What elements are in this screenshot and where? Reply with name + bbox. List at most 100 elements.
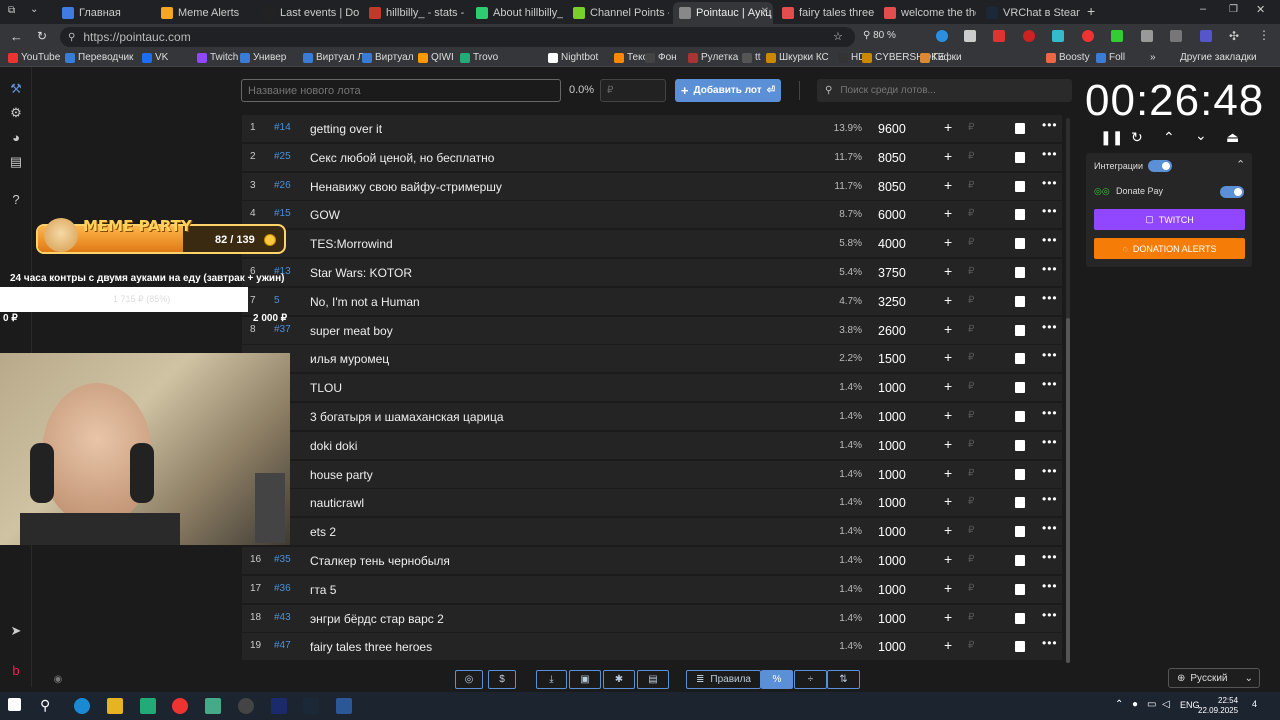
lot-name[interactable]: Ненавижу свою вайфу-стримершу <box>310 180 502 194</box>
wheel-icon[interactable]: ◕ <box>8 130 24 146</box>
extension-icon[interactable] <box>993 30 1005 42</box>
add-amount-icon[interactable]: + <box>944 321 952 337</box>
lot-amount[interactable]: 1000 <box>878 439 906 453</box>
lot-search-input[interactable]: ⚲ Поиск среди лотов... <box>817 79 1072 102</box>
browser-tab[interactable]: fairy tales three - <box>776 2 874 24</box>
lot-name[interactable]: house party <box>310 468 373 482</box>
ruble-icon[interactable]: ₽ <box>968 381 974 392</box>
lot-name[interactable]: nauticrawl <box>310 496 364 510</box>
add-amount-icon[interactable]: + <box>944 292 952 308</box>
add-amount-icon[interactable]: + <box>944 119 952 135</box>
lot-name[interactable]: Star Wars: KOTOR <box>310 266 412 280</box>
lot-amount[interactable]: 4000 <box>878 237 906 251</box>
notifications-badge[interactable]: 4 <box>1252 699 1257 709</box>
more-icon[interactable]: ••• <box>1042 579 1058 593</box>
lot-name[interactable]: GOW <box>310 208 340 222</box>
bookmark-item[interactable]: Boosty <box>1046 52 1090 63</box>
yandex-icon[interactable] <box>172 698 188 714</box>
more-icon[interactable]: ••• <box>1042 348 1058 362</box>
browser-tab[interactable]: welcome the the v <box>878 2 976 24</box>
lot-name[interactable]: getting over it <box>310 122 382 136</box>
add-amount-icon[interactable]: + <box>944 465 952 481</box>
word-icon[interactable] <box>336 698 352 714</box>
ruble-icon[interactable]: ₽ <box>968 122 974 133</box>
bookmark-item[interactable]: Шкурки КС <box>766 52 829 63</box>
gear-icon[interactable]: ⚙ <box>8 105 24 121</box>
bookmark-item[interactable]: Виртуал ЛК <box>303 52 370 63</box>
new-tab-icon[interactable]: + <box>1087 3 1095 19</box>
more-icon[interactable]: ••• <box>1042 233 1058 247</box>
trash-icon[interactable] <box>1015 612 1025 624</box>
add-amount-icon[interactable]: + <box>944 378 952 394</box>
lot-name[interactable]: энгри бёрдс стар варс 2 <box>310 612 444 626</box>
bookmark-item[interactable]: Фон <box>645 52 677 63</box>
browser-tab[interactable]: VRChat в Steam <box>980 2 1080 24</box>
close-tab-icon[interactable]: ✕ <box>761 6 769 17</box>
bookmark-item[interactable]: VK <box>142 52 168 63</box>
browser-tab[interactable]: Meme Alerts <box>155 2 253 24</box>
save-button[interactable]: ▣ <box>569 670 601 689</box>
bookmark-item[interactable]: Виртуал <box>362 52 414 63</box>
new-lot-name-input[interactable] <box>241 79 561 102</box>
ruble-icon[interactable]: ₽ <box>968 151 974 162</box>
more-icon[interactable]: ••• <box>1042 262 1058 276</box>
sort-button[interactable]: ⇅ <box>827 670 860 689</box>
ruble-icon[interactable]: ₽ <box>968 180 974 191</box>
explorer-icon[interactable] <box>107 698 123 714</box>
scrollbar-thumb[interactable] <box>1066 318 1070 663</box>
taskbar-clock[interactable]: 22:54 22.09.2025 <box>1198 696 1238 716</box>
ruble-icon[interactable]: ₽ <box>968 295 974 306</box>
trash-icon[interactable] <box>1015 382 1025 394</box>
chevron-right-icon[interactable]: » <box>1150 52 1156 63</box>
add-amount-icon[interactable]: + <box>944 263 952 279</box>
browser-tab[interactable]: hillbilly_ - stats - F <box>363 2 466 24</box>
extension-icon[interactable] <box>1170 30 1182 42</box>
trash-icon[interactable] <box>1015 180 1025 192</box>
calculator-icon[interactable] <box>140 698 156 714</box>
trash-icon[interactable] <box>1015 324 1025 336</box>
language-select[interactable]: ⊕ Русский ⌄ <box>1168 668 1260 688</box>
trash-icon[interactable] <box>1015 238 1025 250</box>
lot-name[interactable]: TLOU <box>310 381 342 395</box>
mic-icon[interactable]: ● <box>1132 699 1138 710</box>
lot-amount[interactable]: 3250 <box>878 295 906 309</box>
add-amount-icon[interactable]: + <box>944 493 952 509</box>
lot-amount[interactable]: 1500 <box>878 352 906 366</box>
bookmark-item[interactable]: YouTube <box>8 52 60 63</box>
percent-toggle-button[interactable]: % <box>761 670 793 689</box>
history-icon[interactable]: ▤ <box>8 154 24 170</box>
rules-button[interactable]: ≣ Правила <box>686 670 761 689</box>
lot-amount[interactable]: 3750 <box>878 266 906 280</box>
ruble-icon[interactable]: ₽ <box>968 468 974 479</box>
app-icon[interactable] <box>205 698 221 714</box>
trash-icon[interactable] <box>1015 526 1025 538</box>
restore-icon[interactable]: ❐ <box>1229 4 1238 15</box>
double-up-icon[interactable]: ⏏ <box>1226 129 1239 146</box>
extension-icon[interactable] <box>1082 30 1094 42</box>
more-icon[interactable]: ••• <box>1042 147 1058 161</box>
more-icon[interactable]: ••• <box>1042 176 1058 190</box>
steam-icon[interactable] <box>303 698 319 714</box>
ruble-icon[interactable]: ₽ <box>968 496 974 507</box>
add-amount-icon[interactable]: + <box>944 148 952 164</box>
more-icon[interactable]: ••• <box>1042 492 1058 506</box>
browser-tab[interactable]: Pointauc | Аукц ✕ <box>673 2 773 24</box>
bookmark-item[interactable]: Foll <box>1096 52 1125 63</box>
add-amount-icon[interactable]: + <box>944 522 952 538</box>
more-icon[interactable]: ••• <box>1042 636 1058 650</box>
lot-name[interactable]: TES:Morrowind <box>310 237 393 251</box>
trash-icon[interactable] <box>1015 151 1025 163</box>
clear-button[interactable]: ▤ <box>637 670 669 689</box>
lot-amount[interactable]: 9600 <box>878 122 906 136</box>
chevron-down-icon[interactable]: ⌄ <box>30 4 38 15</box>
trash-icon[interactable] <box>1015 411 1025 422</box>
bookmark-item[interactable]: QIWI <box>418 52 454 63</box>
bookmark-item[interactable]: Nightbot <box>548 52 598 63</box>
more-icon[interactable]: ••• <box>1042 521 1058 535</box>
other-bookmarks[interactable]: Другие закладки <box>1180 52 1257 63</box>
more-icon[interactable]: ••• <box>1042 550 1058 564</box>
ruble-icon[interactable]: ₽ <box>968 640 974 651</box>
lot-amount[interactable]: 1000 <box>878 583 906 597</box>
ruble-icon[interactable]: ₽ <box>968 525 974 536</box>
bookmark-star-icon[interactable]: ☆ <box>833 30 843 43</box>
